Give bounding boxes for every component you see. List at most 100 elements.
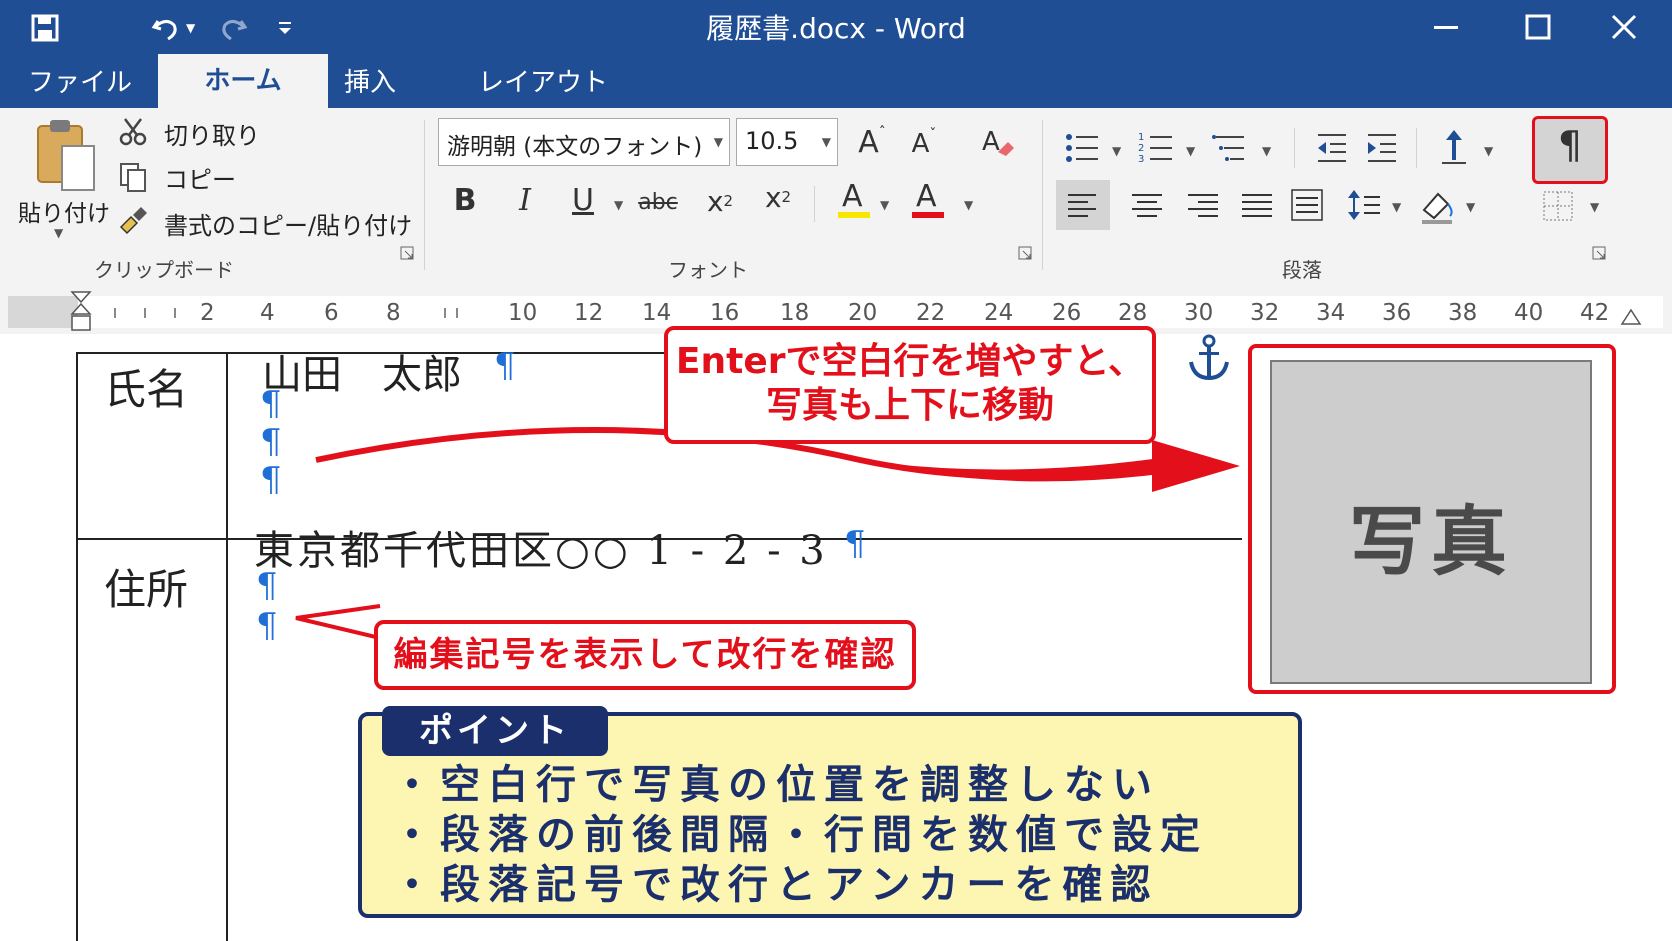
cut-button[interactable]: 切り取り [164, 116, 260, 151]
row-label-address: 住所 [104, 565, 189, 614]
tab-home[interactable]: ホーム [158, 54, 328, 108]
row-label-name: 氏名 [104, 365, 189, 414]
ribbon-tabs: ファイル ホーム 挿入 レイアウト [0, 54, 1672, 108]
tab-insert[interactable]: 挿入 [322, 58, 418, 108]
font-launcher-icon[interactable] [1016, 244, 1034, 262]
copy-button[interactable]: コピー [164, 160, 236, 195]
ruler-tick: 12 [574, 300, 604, 326]
separator [1042, 120, 1043, 270]
marks-callout-pointer [295, 604, 381, 640]
customize-icon[interactable] [275, 18, 295, 38]
name-value[interactable]: 山田 太郎 [262, 342, 462, 400]
font-name-combobox[interactable]: 游明朝 (本文のフォント) ▼ [438, 118, 730, 166]
paste-icon [37, 120, 95, 191]
highlight-dropdown-icon[interactable]: ▼ [880, 198, 889, 212]
photo-label: 写真 [1349, 497, 1513, 586]
clear-formatting-icon[interactable]: A [976, 120, 1020, 164]
paragraph-mark: ¶ [844, 524, 866, 564]
superscript-icon[interactable]: x2 [758, 174, 798, 220]
save-icon[interactable] [30, 13, 60, 43]
font-name-dropdown-icon[interactable]: ▼ [714, 135, 723, 149]
separator [1294, 128, 1295, 168]
paragraph-launcher-icon[interactable] [1590, 244, 1608, 262]
line-spacing-icon[interactable] [1344, 180, 1384, 230]
separator [814, 186, 815, 222]
paragraph-mark: ¶ [260, 422, 282, 462]
decrease-indent-icon[interactable] [1312, 128, 1352, 168]
anchor-icon[interactable] [1186, 334, 1232, 382]
paragraph-mark: ¶ [260, 384, 282, 424]
address-value[interactable]: 東京都千代田区○○ 1 - 2 - 3 [254, 518, 828, 576]
svg-text:1: 1 [1138, 132, 1144, 143]
ruler-tick: 20 [848, 300, 878, 326]
font-size-combobox[interactable]: 10.5 ▼ [736, 118, 838, 166]
marks-callout: 編集記号を表示して改行を確認 [374, 620, 916, 690]
paste-button[interactable] [30, 116, 100, 196]
show-formatting-marks-button[interactable]: ¶ [1532, 116, 1608, 184]
point-item: ・空白行で写真の位置を調整しない [392, 762, 1160, 808]
ruler-tick: 16 [710, 300, 740, 326]
paste-dropdown-icon[interactable]: ▼ [54, 226, 63, 240]
ruler-tick: 18 [780, 300, 810, 326]
photo-placeholder[interactable]: 写真 [1270, 360, 1592, 684]
paragraph-group-label: 段落 [1282, 258, 1322, 282]
grow-font-icon[interactable]: Aˆ [852, 120, 892, 164]
cut-icon[interactable] [116, 114, 150, 148]
ruler-tick: 42 [1580, 300, 1610, 326]
undo-dropdown-icon[interactable]: ▼ [186, 21, 195, 35]
indent-marker-icon[interactable] [70, 290, 92, 334]
sort-icon[interactable] [1434, 124, 1474, 168]
document-area[interactable]: 氏名 住所 山田 太郎 ¶ ¶ ¶ ¶ 東京都千代田区○○ 1 - 2 - 3 … [0, 326, 1672, 941]
right-indent-marker-icon[interactable] [1620, 308, 1642, 328]
ruler-tick: 36 [1382, 300, 1412, 326]
font-color-dropdown-icon[interactable]: ▼ [964, 198, 973, 212]
strikethrough-icon[interactable]: abc [636, 182, 680, 222]
paste-label[interactable]: 貼り付け [18, 194, 110, 228]
line-spacing-dropdown-icon[interactable]: ▼ [1392, 200, 1401, 214]
increase-indent-icon[interactable] [1362, 128, 1402, 168]
format-painter-button[interactable]: 書式のコピー/貼り付け [164, 206, 412, 241]
align-right-icon[interactable] [1178, 180, 1228, 230]
paragraph-mark: ¶ [256, 606, 278, 646]
sort-dropdown-icon[interactable]: ▼ [1484, 144, 1493, 158]
borders-dropdown-icon[interactable]: ▼ [1590, 200, 1599, 214]
separator [1416, 128, 1417, 168]
minimize-button[interactable] [1404, 0, 1488, 54]
shading-dropdown-icon[interactable]: ▼ [1466, 200, 1475, 214]
bold-icon[interactable]: B [448, 178, 482, 222]
font-size-dropdown-icon[interactable]: ▼ [822, 135, 831, 149]
shading-icon[interactable] [1416, 180, 1460, 230]
maximize-button[interactable] [1496, 0, 1580, 54]
undo-icon[interactable] [150, 13, 182, 43]
clipboard-launcher-icon[interactable] [398, 244, 416, 262]
italic-icon[interactable]: I [508, 178, 542, 222]
borders-icon[interactable] [1538, 184, 1578, 228]
close-button[interactable] [1582, 0, 1666, 54]
subscript-icon[interactable]: x2 [700, 178, 740, 224]
highlight-color-icon[interactable]: A [834, 174, 874, 224]
ruler-tick: 6 [324, 300, 339, 326]
bullets-dropdown-icon[interactable]: ▼ [1112, 144, 1121, 158]
align-center-icon[interactable] [1122, 180, 1172, 230]
format-painter-icon[interactable] [116, 204, 150, 238]
underline-icon[interactable]: U [566, 178, 600, 222]
copy-icon[interactable] [116, 160, 150, 194]
enter-callout-line2: 写真も上下に移動 [765, 385, 1054, 426]
justify-icon[interactable] [1232, 180, 1282, 230]
align-left-button[interactable] [1056, 180, 1110, 230]
distributed-icon[interactable] [1282, 180, 1332, 230]
redo-icon[interactable] [217, 13, 249, 43]
ruler-tick: 22 [916, 300, 946, 326]
align-left-icon [1068, 194, 1096, 217]
numbering-icon[interactable]: 123 [1136, 128, 1176, 168]
underline-dropdown-icon[interactable]: ▼ [614, 198, 623, 212]
point-box: ポイント ・空白行で写真の位置を調整しない ・段落の前後間隔・行間を数値で設定 … [358, 706, 1302, 918]
bullets-icon[interactable] [1062, 128, 1102, 168]
multilevel-list-icon[interactable] [1210, 128, 1250, 168]
font-color-icon[interactable]: A [908, 174, 948, 224]
numbering-dropdown-icon[interactable]: ▼ [1186, 144, 1195, 158]
multilevel-dropdown-icon[interactable]: ▼ [1262, 144, 1271, 158]
tab-file[interactable]: ファイル [6, 58, 154, 108]
tab-layout[interactable]: レイアウト [456, 58, 630, 108]
shrink-font-icon[interactable]: Aˇ [904, 122, 944, 166]
